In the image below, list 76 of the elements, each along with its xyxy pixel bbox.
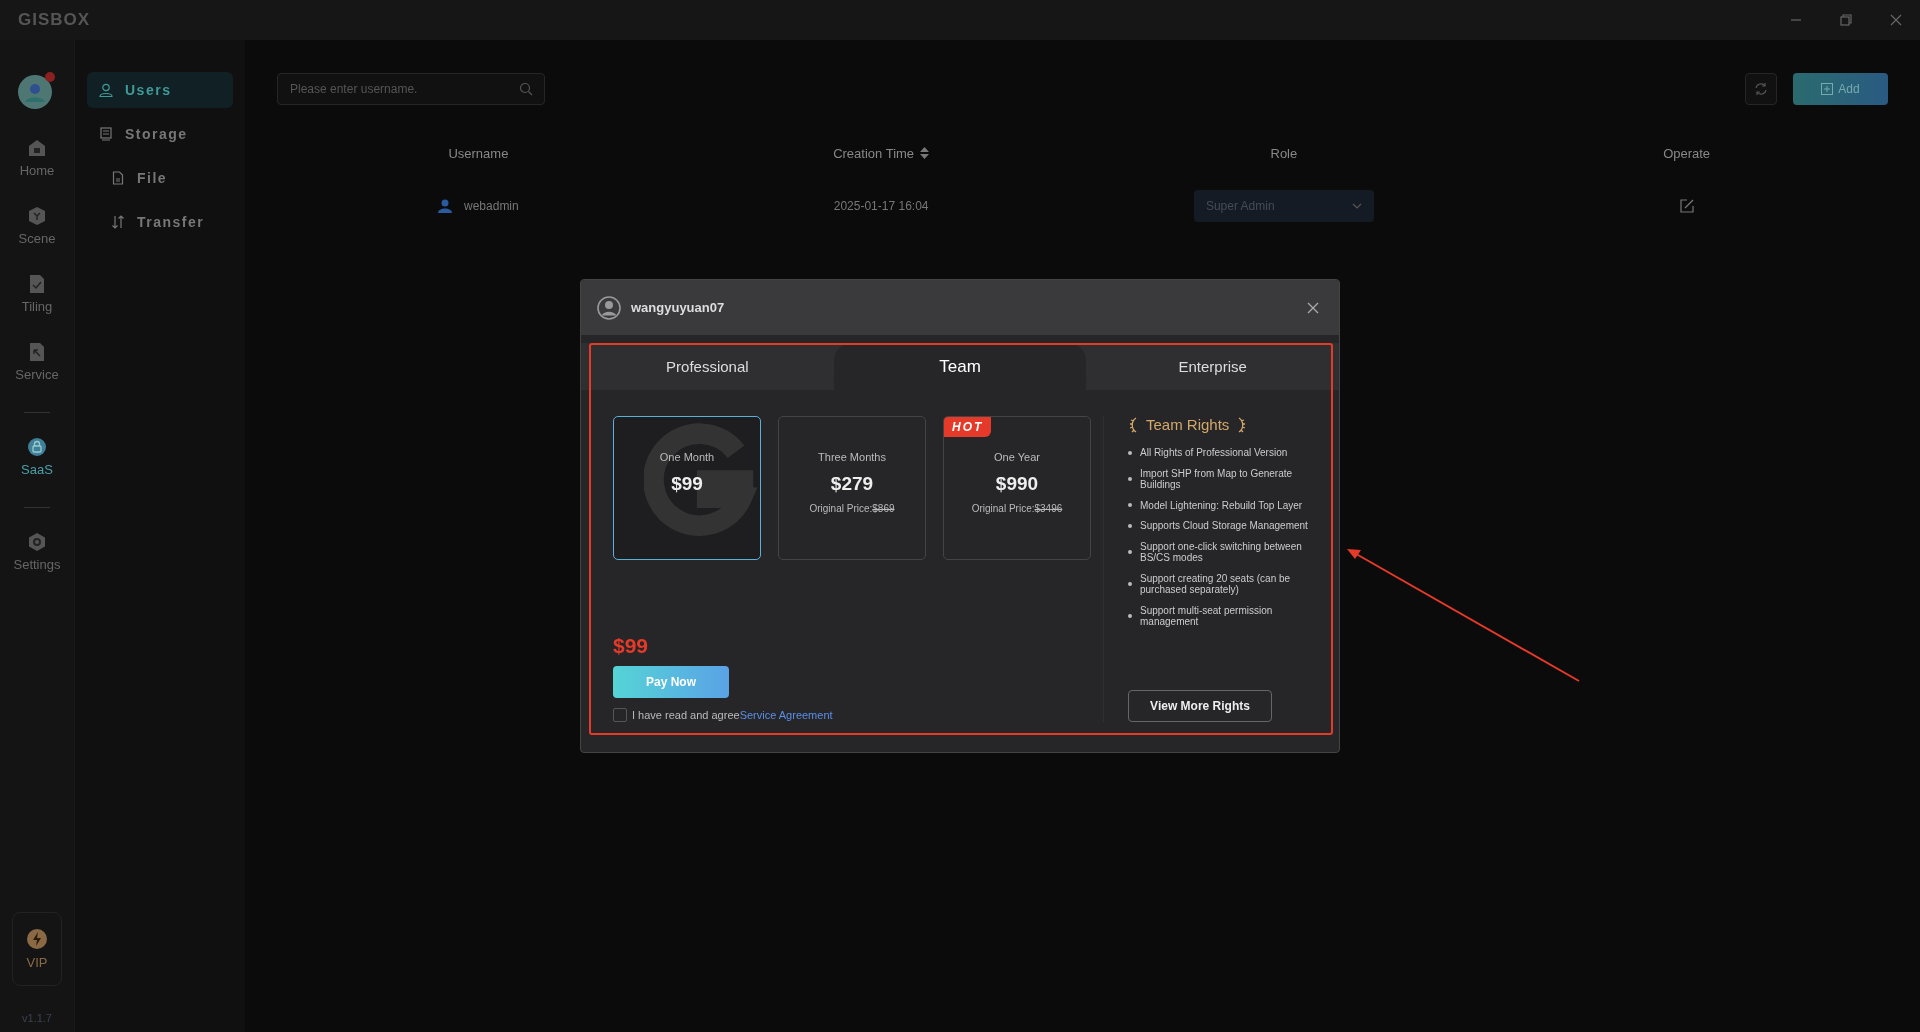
cube-icon (27, 206, 47, 226)
document-icon (27, 274, 47, 294)
sidebar-item[interactable]: Users (87, 72, 233, 108)
table-cell: webadmin (464, 199, 519, 213)
storage-icon (99, 127, 113, 141)
vip-button[interactable]: VIP (12, 912, 62, 986)
close-icon[interactable] (1890, 14, 1902, 26)
plan-tab[interactable]: Team (833, 343, 1087, 390)
plan-card[interactable]: HOT One Year $990 Original Price:$3496 (943, 416, 1091, 560)
rights-title: Team Rights (1146, 416, 1230, 433)
plan-card[interactable]: One Month $99 (613, 416, 761, 560)
column-header[interactable]: Creation Time (833, 145, 915, 161)
lock-icon (27, 437, 47, 457)
column-header: Username (448, 145, 509, 161)
lightning-icon (27, 928, 47, 949)
transfer-icon (111, 215, 125, 229)
original-price: Original Price:$869 (809, 503, 895, 514)
right-item: Support creating 20 seats (can be purchased separately) (1140, 572, 1292, 596)
hot-badge: HOT (944, 417, 992, 437)
version-label: v1.1.7 (22, 1012, 52, 1024)
user-icon (99, 83, 113, 97)
gear-icon (27, 532, 47, 552)
nav-rail-item[interactable]: Home (19, 138, 55, 206)
agreement-text: I have read and agreeService Agreement (632, 709, 833, 721)
sidebar-item[interactable]: File (87, 160, 233, 196)
right-item: Support multi-seat permission management (1140, 604, 1274, 628)
service-agreement-link[interactable]: Service Agreement (739, 709, 833, 721)
restore-icon[interactable] (1840, 14, 1852, 26)
column-header: Operate (1663, 145, 1711, 161)
plan-period: Three Months (818, 451, 886, 463)
add-button[interactable]: Add (1793, 73, 1888, 105)
nav-rail-item[interactable]: Tiling (21, 274, 53, 342)
search-icon (519, 82, 533, 96)
refresh-icon (1754, 82, 1768, 96)
logo-watermark-icon (644, 423, 759, 538)
edit-icon[interactable] (1679, 199, 1694, 213)
sidebar-item[interactable]: Transfer (87, 204, 233, 240)
plan-price: $99 (671, 473, 703, 495)
plus-icon (1821, 83, 1834, 95)
plan-price: $990 (995, 473, 1039, 495)
plan-price: $279 (830, 473, 874, 495)
column-header: Role (1270, 145, 1298, 161)
app-logo: GISBOX (18, 10, 91, 30)
arrow-icon (27, 342, 47, 362)
laurel-icon (1128, 416, 1138, 433)
sort-icon[interactable] (920, 147, 930, 159)
dialog-username: wangyuyuan07 (631, 300, 725, 315)
sidebar-item[interactable]: Storage (87, 116, 233, 152)
nav-rail-item[interactable]: SaaS (21, 437, 53, 505)
search-field[interactable]: Please enter username. (277, 73, 545, 105)
right-item: Supports Cloud Storage Management (1140, 520, 1308, 532)
table-cell: 2025-01-17 16:04 (833, 199, 929, 213)
file-icon (111, 171, 125, 185)
right-item: Model Lightening: Rebuild Top Layer (1140, 499, 1303, 511)
total-price: $99 (613, 634, 650, 658)
nav-rail-item[interactable]: Service (15, 342, 59, 410)
right-item: Support one-click switching between BS/CS modes (1140, 540, 1303, 564)
plan-period: One Year (994, 451, 1040, 463)
right-item: Import SHP from Map to Generate Buildings (1140, 467, 1294, 491)
nav-rail-item[interactable]: Scene (18, 206, 56, 274)
user-icon (438, 199, 452, 213)
plan-card[interactable]: Three Months $279 Original Price:$869 (778, 416, 926, 560)
agreement-checkbox[interactable] (613, 708, 627, 722)
refresh-button[interactable] (1745, 73, 1777, 105)
view-more-rights-button[interactable]: View More Rights (1128, 690, 1272, 722)
user-avatar-icon (597, 295, 621, 320)
home-icon (27, 138, 47, 158)
avatar-icon[interactable] (17, 70, 57, 110)
pay-now-button[interactable]: Pay Now (613, 666, 729, 698)
plan-period: One Month (659, 451, 715, 463)
close-icon[interactable] (1307, 301, 1319, 314)
chevron-down-icon (1351, 203, 1362, 209)
nav-rail-item[interactable]: Settings (13, 532, 61, 600)
original-price: Original Price:$3496 (971, 503, 1063, 514)
right-item: All Rights of Professional Version (1140, 447, 1288, 459)
laurel-icon (1237, 416, 1248, 433)
